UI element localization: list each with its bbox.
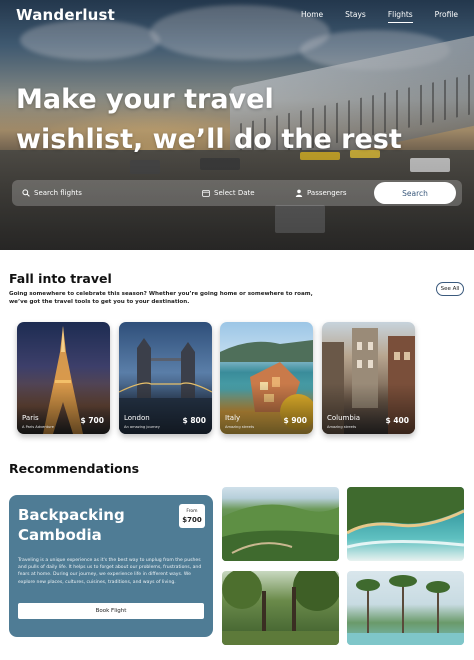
card-city: Italy	[225, 414, 241, 422]
price-badge: From $700	[179, 504, 205, 528]
nav-profile[interactable]: Profile	[435, 10, 458, 23]
destination-card-columbia[interactable]: Columbia Amazing streets $ 400	[322, 322, 415, 434]
recommendations-title: Recommendations	[9, 461, 140, 476]
card-price: $ 800	[182, 416, 207, 425]
destination-card-italy[interactable]: Italy Amazing streets $ 900	[220, 322, 313, 434]
palm-trees-illustration	[347, 575, 464, 645]
select-date-placeholder: Select Date	[214, 189, 255, 197]
card-subtitle: A Paris Adventure	[22, 425, 54, 429]
search-icon	[22, 189, 30, 197]
passengers-field[interactable]: Passengers	[295, 180, 375, 206]
recommendation-photo-hills[interactable]	[222, 487, 339, 561]
brand-logo[interactable]: Wanderlust	[16, 6, 115, 24]
nav-stays[interactable]: Stays	[345, 10, 366, 23]
user-icon	[295, 189, 303, 197]
featured-title: Backpacking Cambodia	[18, 506, 125, 544]
recommendation-photo-coast[interactable]	[347, 487, 464, 561]
book-flight-button[interactable]: Book Flight	[18, 603, 204, 619]
card-subtitle: Amazing streets	[225, 425, 255, 429]
see-all-button[interactable]: See All	[436, 282, 464, 296]
card-city: Paris	[22, 414, 39, 422]
card-subtitle: An amazing journey	[124, 425, 160, 429]
price-amount: $700	[182, 515, 202, 524]
card-city: London	[124, 414, 150, 422]
destination-card-london[interactable]: London An amazing journey $ 800	[119, 322, 212, 434]
hero-title: Make your travel wishlist, we’ll do the …	[16, 84, 402, 155]
hero-banner: Wanderlust Home Stays Flights Profile Ma…	[0, 0, 474, 250]
search-button[interactable]: Search	[374, 182, 456, 204]
featured-recommendation-card: Backpacking Cambodia From $700 Traveling…	[9, 495, 213, 637]
recommendation-photo-forest[interactable]	[222, 571, 339, 645]
destination-card-paris[interactable]: Paris A Paris Adventure $ 700	[17, 322, 110, 434]
price-from-label: From	[186, 508, 198, 514]
fall-section-title: Fall into travel	[9, 271, 112, 286]
calendar-icon	[202, 189, 210, 197]
passengers-placeholder: Passengers	[307, 189, 347, 197]
search-bar: Search flights Select Date Passengers Se…	[12, 180, 462, 206]
nav-home[interactable]: Home	[301, 10, 323, 23]
nav-flights[interactable]: Flights	[387, 10, 413, 23]
coastline-illustration	[347, 487, 464, 549]
card-price: $ 400	[385, 416, 410, 425]
fall-section-description: Going somewhere to celebrate this season…	[9, 291, 313, 305]
recommendation-photo-palms[interactable]	[347, 571, 464, 645]
card-city: Columbia	[327, 414, 361, 422]
featured-description: Traveling is a unique experience as it's…	[18, 558, 202, 585]
green-hills-illustration	[222, 504, 339, 561]
forest-illustration	[222, 571, 339, 645]
top-nav: Home Stays Flights Profile	[279, 10, 458, 23]
card-price: $ 700	[80, 416, 105, 425]
search-flights-field[interactable]: Search flights	[22, 180, 192, 206]
card-price: $ 900	[283, 416, 308, 425]
card-subtitle: Amazing streets	[327, 425, 357, 429]
search-flights-placeholder: Search flights	[34, 189, 82, 197]
select-date-field[interactable]: Select Date	[202, 180, 282, 206]
